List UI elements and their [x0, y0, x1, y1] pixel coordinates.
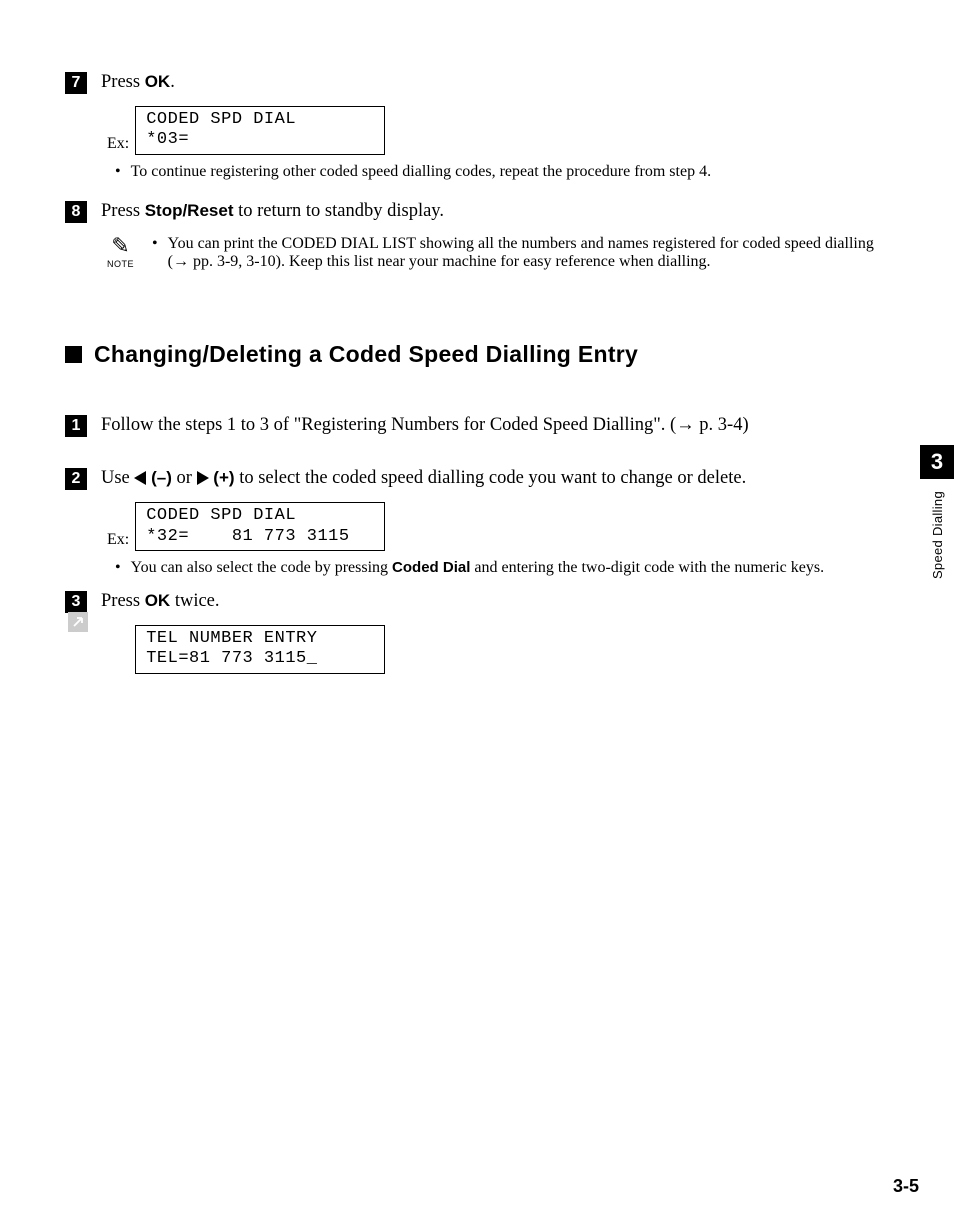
note-icon: ✎	[111, 235, 129, 257]
side-tab-number: 3	[920, 445, 954, 479]
step2-plus: (+)	[209, 468, 235, 487]
page-number: 3-5	[893, 1176, 919, 1197]
bullet-icon: •	[115, 163, 121, 181]
bullet-icon: •	[115, 559, 121, 577]
side-tab-label: Speed Dialling	[930, 491, 945, 579]
note-label: NOTE	[107, 259, 134, 269]
step8-post: to return to standby display.	[233, 201, 444, 221]
step2-minus: (–)	[146, 468, 172, 487]
step7-pre: Press	[101, 72, 145, 92]
step2-pre: Use	[101, 468, 134, 488]
step2-post: to select the coded speed dialling code …	[235, 468, 747, 488]
step-8-text: Press Stop/Reset to return to standby di…	[101, 199, 444, 225]
step2-bullet-pre: You can also select the code by pressing	[131, 559, 392, 576]
step8-bold: Stop/Reset	[145, 201, 234, 220]
step7-display: CODED SPD DIAL *03=	[135, 106, 385, 155]
step7-bullet: To continue registering other coded spee…	[131, 163, 711, 181]
step2-bullet-bold: Coded Dial	[392, 559, 470, 576]
right-arrow-icon	[197, 471, 209, 485]
step7-ex-label: Ex:	[107, 135, 129, 155]
step2-bullet: You can also select the code by pressing…	[131, 559, 824, 577]
step2-bullet-post: and entering the two-digit code with the…	[470, 559, 824, 576]
step3-post: twice.	[170, 591, 219, 611]
goto-arrow-icon	[68, 612, 88, 632]
step-number-8: 8	[65, 201, 87, 223]
section-title: Changing/Deleting a Coded Speed Dialling…	[94, 341, 638, 368]
step3-text: Press OK twice.	[101, 589, 220, 615]
step1-text: Follow the steps 1 to 3 of "Registering …	[101, 413, 749, 439]
step-number-1: 1	[65, 415, 87, 437]
step-7-text: Press OK.	[101, 70, 175, 96]
side-tab: 3 Speed Dialling	[920, 445, 954, 579]
step2-display: CODED SPD DIAL *32= 81 773 3115	[135, 502, 385, 551]
step2-ex-label: Ex:	[107, 531, 129, 551]
step3-display: TEL NUMBER ENTRY TEL=81 773 3115_	[135, 625, 385, 674]
step-number-7: 7	[65, 72, 87, 94]
step3-bold: OK	[145, 591, 171, 610]
left-arrow-icon	[134, 471, 146, 485]
step3-pre: Press	[101, 591, 145, 611]
step7-bold: OK	[145, 72, 171, 91]
step-number-3: 3	[65, 591, 87, 613]
step8-pre: Press	[101, 201, 145, 221]
step8-note-text: You can print the CODED DIAL LIST showin…	[168, 235, 889, 271]
step7-post: .	[170, 72, 175, 92]
step2-text: Use (–) or (+) to select the coded speed…	[101, 466, 746, 492]
step2-or: or	[172, 468, 197, 488]
bullet-icon: •	[152, 235, 158, 271]
section-square-icon	[65, 346, 82, 363]
step-number-2: 2	[65, 468, 87, 490]
